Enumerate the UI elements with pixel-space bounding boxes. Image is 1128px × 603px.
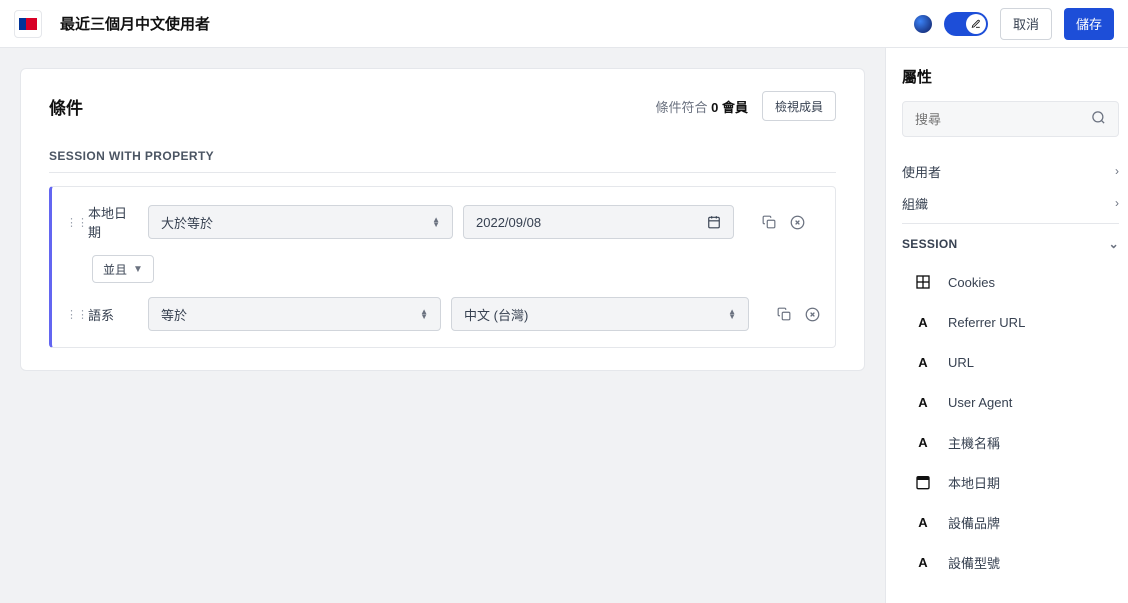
copy-icon xyxy=(777,307,791,321)
attr-cookies[interactable]: Cookies xyxy=(902,262,1119,302)
table-icon xyxy=(914,273,932,291)
field-label: 語系 xyxy=(88,305,138,324)
text-icon: A xyxy=(914,393,932,411)
chevron-right-icon: › xyxy=(1115,164,1119,178)
calendar-icon xyxy=(707,215,721,229)
remove-button[interactable] xyxy=(788,213,806,231)
logic-operator-chip[interactable]: 並且 ▼ xyxy=(92,255,154,283)
sidebar: 屬性 使用者 › 組織 › SESSION ⌄ Cookies A xyxy=(885,48,1128,603)
conditions-card: 條件 條件符合 0 會員 檢視成員 SESSION WITH PROPERTY … xyxy=(20,68,865,371)
operator-select[interactable]: 大於等於 ▲▼ xyxy=(148,205,453,239)
field-label: 本地日期 xyxy=(88,203,138,241)
header: 最近三個月中文使用者 取消 儲存 xyxy=(0,0,1128,48)
search-input[interactable] xyxy=(915,112,1091,127)
attr-device-brand[interactable]: A 設備品牌 xyxy=(902,502,1119,542)
text-icon: A xyxy=(914,353,932,371)
condition-group: ⋮⋮ 本地日期 大於等於 ▲▼ 2022/09/08 xyxy=(49,186,836,348)
segment-icon xyxy=(14,10,42,38)
chevron-down-icon: ▼ xyxy=(133,264,143,275)
pencil-icon xyxy=(971,19,981,29)
text-icon: A xyxy=(914,313,932,331)
chevron-updown-icon: ▲▼ xyxy=(728,309,736,319)
category-org[interactable]: 組織 › xyxy=(902,187,1119,219)
toggle-knob xyxy=(966,14,986,34)
attr-host[interactable]: A 主機名稱 xyxy=(902,422,1119,462)
calendar-icon xyxy=(914,473,932,491)
attr-url[interactable]: A URL xyxy=(902,342,1119,382)
save-button[interactable]: 儲存 xyxy=(1064,8,1114,40)
attr-local-date[interactable]: 本地日期 xyxy=(902,462,1119,502)
status-indicator-icon xyxy=(914,15,932,33)
date-input[interactable]: 2022/09/08 xyxy=(463,205,734,239)
chevron-right-icon: › xyxy=(1115,196,1119,210)
drag-handle-icon[interactable]: ⋮⋮ xyxy=(66,308,78,321)
view-members-button[interactable]: 檢視成員 xyxy=(762,91,836,121)
text-icon: A xyxy=(914,513,932,531)
page-title: 最近三個月中文使用者 xyxy=(60,13,914,34)
copy-button[interactable] xyxy=(775,305,793,323)
search-input-wrapper[interactable] xyxy=(902,101,1119,137)
sidebar-title: 屬性 xyxy=(902,66,1119,87)
condition-row: ⋮⋮ 語系 等於 ▲▼ 中文 (台灣) ▲▼ xyxy=(66,297,821,331)
cancel-button[interactable]: 取消 xyxy=(1000,8,1052,40)
content-area: 條件 條件符合 0 會員 檢視成員 SESSION WITH PROPERTY … xyxy=(0,48,885,603)
drag-handle-icon[interactable]: ⋮⋮ xyxy=(66,216,78,229)
copy-icon xyxy=(762,215,776,229)
condition-row: ⋮⋮ 本地日期 大於等於 ▲▼ 2022/09/08 xyxy=(66,203,821,241)
value-select[interactable]: 中文 (台灣) ▲▼ xyxy=(451,297,749,331)
attr-referrer-url[interactable]: A Referrer URL xyxy=(902,302,1119,342)
chevron-down-icon: ⌄ xyxy=(1109,237,1119,251)
close-circle-icon xyxy=(805,307,820,322)
text-icon: A xyxy=(914,433,932,451)
chevron-updown-icon: ▲▼ xyxy=(432,217,440,227)
section-label: SESSION WITH PROPERTY xyxy=(49,149,836,173)
chevron-updown-icon: ▲▼ xyxy=(420,309,428,319)
search-icon xyxy=(1091,110,1106,129)
category-user[interactable]: 使用者 › xyxy=(902,155,1119,187)
text-icon: A xyxy=(914,553,932,571)
active-toggle[interactable] xyxy=(944,12,988,36)
close-circle-icon xyxy=(790,215,805,230)
attr-user-agent[interactable]: A User Agent xyxy=(902,382,1119,422)
operator-select[interactable]: 等於 ▲▼ xyxy=(148,297,441,331)
copy-button[interactable] xyxy=(760,213,778,231)
match-count-text: 條件符合 0 會員 xyxy=(655,97,748,116)
category-session[interactable]: SESSION ⌄ xyxy=(902,228,1119,260)
card-title: 條件 xyxy=(49,94,83,119)
attr-device-model[interactable]: A 設備型號 xyxy=(902,542,1119,582)
remove-button[interactable] xyxy=(803,305,821,323)
